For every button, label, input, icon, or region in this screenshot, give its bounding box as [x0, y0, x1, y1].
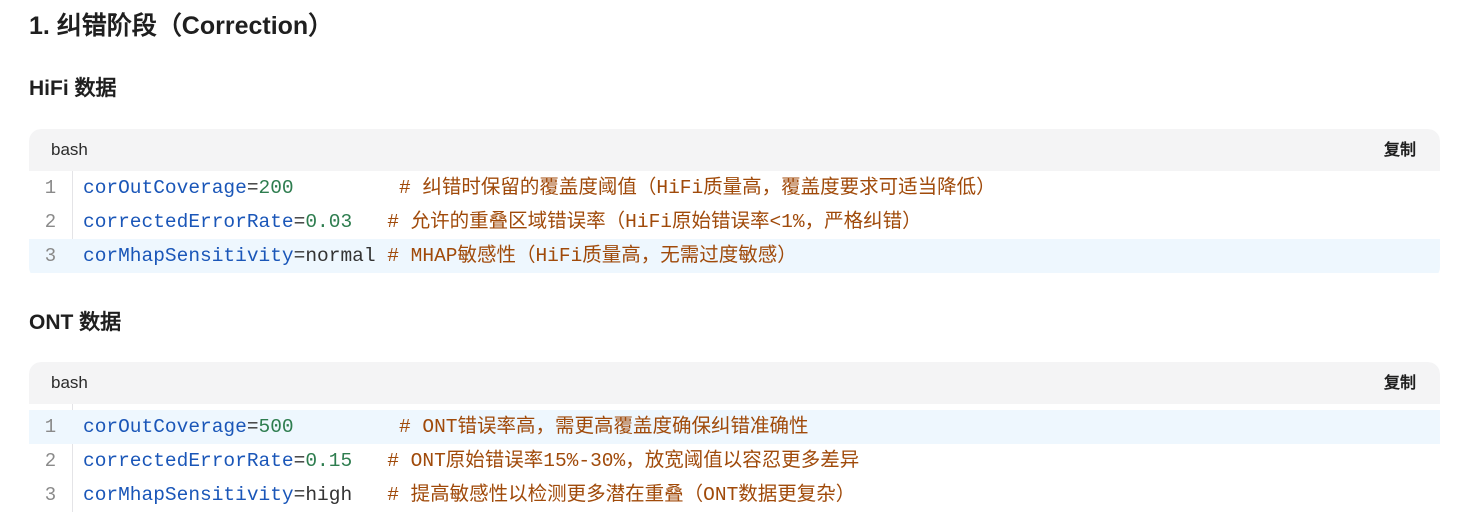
config-value: 200 — [258, 177, 294, 199]
alignment-space — [294, 177, 399, 199]
code-text: corOutCoverage=200 # 纠错时保留的覆盖度阈值（HiFi质量高… — [72, 171, 996, 205]
line-number: 2 — [44, 211, 57, 233]
code-header: bash 复制 — [29, 362, 1440, 404]
copy-button[interactable]: 复制 — [1384, 374, 1416, 394]
code-line: 2 correctedErrorRate=0.03 # 允许的重叠区域错误率（H… — [29, 205, 1440, 239]
ont-code-block: bash 复制 1 corOutCoverage=500 # ONT错误率高，需… — [29, 362, 1440, 515]
code-comment: # MHAP敏感性（HiFi质量高，无需过度敏感） — [387, 245, 797, 267]
equals-sign: = — [293, 450, 306, 472]
copy-button[interactable]: 复制 — [1384, 141, 1416, 161]
config-key: corMhapSensitivity — [83, 245, 294, 267]
alignment-space — [376, 245, 388, 267]
code-text: correctedErrorRate=0.15 # ONT原始错误率15%-30… — [72, 444, 859, 478]
alignment-space — [352, 450, 387, 472]
config-key: corOutCoverage — [83, 177, 247, 199]
config-value: 500 — [258, 416, 294, 438]
config-key: correctedErrorRate — [83, 450, 294, 472]
code-comment: # 提高敏感性以检测更多潜在重叠（ONT数据更复杂） — [387, 484, 856, 506]
line-number: 1 — [44, 177, 57, 199]
equals-sign: = — [293, 245, 306, 267]
line-number: 2 — [44, 450, 57, 472]
config-value: 0.15 — [305, 450, 353, 472]
code-comment: # 纠错时保留的覆盖度阈值（HiFi质量高，覆盖度要求可适当降低） — [398, 177, 996, 199]
section-title: 1. 纠错阶段（Correction） — [29, 12, 334, 40]
alignment-space — [294, 416, 399, 438]
line-number: 3 — [44, 484, 57, 506]
config-key: corOutCoverage — [83, 416, 247, 438]
config-value: 0.03 — [305, 211, 353, 233]
line-number: 3 — [44, 245, 57, 267]
code-language-label: bash — [51, 373, 88, 392]
alignment-space — [352, 211, 387, 233]
line-number: 1 — [44, 416, 57, 438]
ont-heading: ONT 数据 — [29, 311, 122, 334]
code-comment: # ONT原始错误率15%-30%，放宽阈值以容忍更多差异 — [387, 450, 860, 472]
code-line: 3 corMhapSensitivity=high # 提高敏感性以检测更多潜在… — [29, 478, 1440, 512]
config-key: correctedErrorRate — [83, 211, 294, 233]
code-line: 2 correctedErrorRate=0.15 # ONT原始错误率15%-… — [29, 444, 1440, 478]
code-comment: # 允许的重叠区域错误率（HiFi原始错误率<1%，严格纠错） — [387, 211, 922, 233]
code-text: correctedErrorRate=0.03 # 允许的重叠区域错误率（HiF… — [72, 205, 922, 239]
hifi-code-block: bash 复制 1 corOutCoverage=200 # 纠错时保留的覆盖度… — [29, 129, 1440, 279]
config-key: corMhapSensitivity — [83, 484, 294, 506]
equals-sign: = — [246, 177, 259, 199]
code-text: corMhapSensitivity=high # 提高敏感性以检测更多潜在重叠… — [72, 478, 855, 512]
config-value: normal — [305, 245, 376, 267]
code-header: bash 复制 — [29, 129, 1440, 171]
code-language-label: bash — [51, 140, 88, 159]
alignment-space — [352, 484, 387, 506]
code-line-highlighted: 3 corMhapSensitivity=normal # MHAP敏感性（Hi… — [29, 239, 1440, 273]
code-body: 1 corOutCoverage=200 # 纠错时保留的覆盖度阈值（HiFi质… — [29, 171, 1440, 273]
config-value: high — [305, 484, 353, 506]
code-line-highlighted: 1 corOutCoverage=500 # ONT错误率高，需更高覆盖度确保纠… — [29, 410, 1440, 444]
code-body: 1 corOutCoverage=500 # ONT错误率高，需更高覆盖度确保纠… — [29, 404, 1440, 512]
equals-sign: = — [246, 416, 259, 438]
code-line: 1 corOutCoverage=200 # 纠错时保留的覆盖度阈值（HiFi质… — [29, 171, 1440, 205]
hifi-heading: HiFi 数据 — [29, 77, 117, 100]
code-text: corMhapSensitivity=normal # MHAP敏感性（HiFi… — [72, 239, 797, 273]
equals-sign: = — [293, 484, 306, 506]
code-comment: # ONT错误率高，需更高覆盖度确保纠错准确性 — [398, 416, 809, 438]
equals-sign: = — [293, 211, 306, 233]
code-text: corOutCoverage=500 # ONT错误率高，需更高覆盖度确保纠错准… — [72, 410, 808, 444]
